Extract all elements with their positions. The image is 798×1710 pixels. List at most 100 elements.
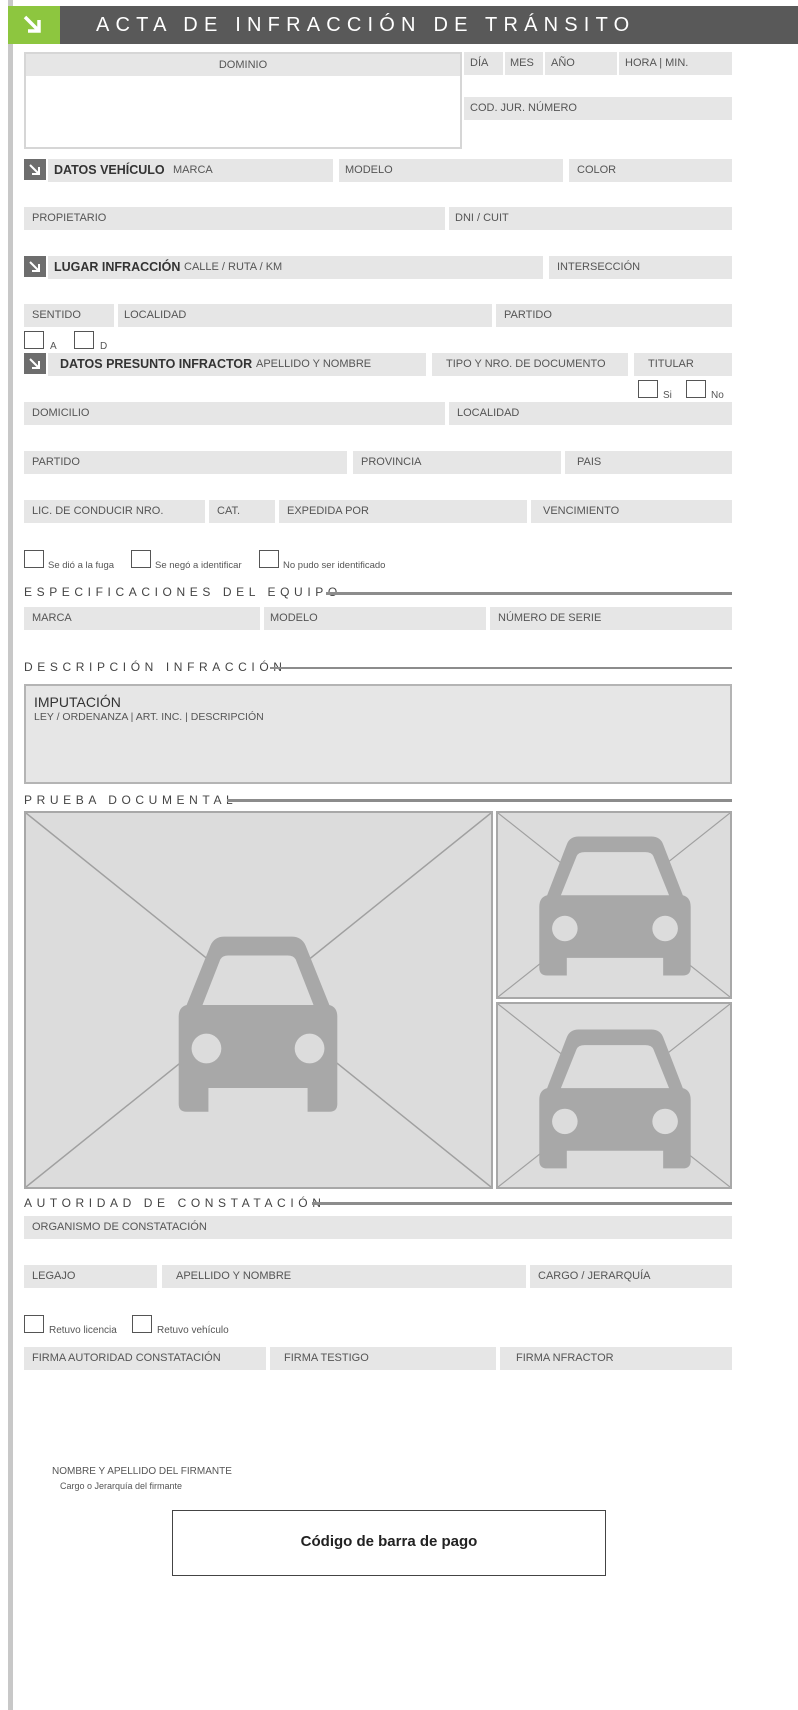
infractor-apellido-field[interactable]: DATOS PRESUNTO INFRACTOR APELLIDO Y NOMB… [48, 353, 426, 376]
hora-label: HORA | MIN. [625, 57, 689, 69]
pais-label: PAIS [577, 456, 602, 468]
dni-cuit-field[interactable]: DNI / CUIT [449, 207, 732, 230]
propietario-field[interactable]: PROPIETARIO [24, 207, 445, 230]
nego-identificar-label: Se negó a identificar [155, 560, 242, 571]
organismo-field[interactable]: ORGANISMO DE CONSTATACIÓN [24, 1216, 732, 1239]
infractor-partido-field[interactable]: PARTIDO [24, 451, 347, 474]
sentido-d-checkbox[interactable] [74, 331, 94, 349]
evidence-photo-top[interactable] [496, 811, 732, 999]
arrow-down-right-icon [24, 256, 46, 277]
tipo-documento-label: TIPO Y NRO. DE DOCUMENTO [446, 358, 606, 370]
sentido-a-checkbox[interactable] [24, 331, 44, 349]
firma-infractor-field[interactable]: FIRMA NFRACTOR [500, 1347, 732, 1370]
descripcion-section-title: DESCRIPCIÓN INFRACCIÓN [24, 660, 287, 674]
vencimiento-field[interactable]: VENCIMIENTO [531, 500, 732, 523]
retuvo-vehiculo-checkbox[interactable] [132, 1315, 152, 1333]
barcode-box: Código de barra de pago [172, 1510, 606, 1576]
equipo-modelo-field[interactable]: MODELO [264, 607, 486, 630]
mes-field[interactable]: MES [505, 52, 543, 75]
anio-label: AÑO [551, 57, 575, 69]
titular-si-label: Si [663, 390, 672, 401]
dia-label: DÍA [470, 57, 489, 69]
retuvo-licencia-label: Retuvo licencia [49, 1325, 117, 1336]
fuga-checkbox[interactable] [24, 550, 44, 568]
titular-field[interactable]: TITULAR [634, 353, 732, 376]
nego-identificar-checkbox[interactable] [131, 550, 151, 568]
prueba-section-rule [227, 799, 732, 802]
equipo-modelo-label: MODELO [270, 612, 318, 624]
firma-autoridad-field[interactable]: FIRMA AUTORIDAD CONSTATACIÓN [24, 1347, 266, 1370]
expedida-field[interactable]: EXPEDIDA POR [279, 500, 527, 523]
evidence-photo-main[interactable] [24, 811, 493, 1189]
dominio-box[interactable]: DOMINIO [24, 52, 462, 149]
lugar-section-title: LUGAR INFRACCIÓN [54, 260, 181, 274]
numero-serie-field[interactable]: NÚMERO DE SERIE [490, 607, 732, 630]
car-icon [26, 813, 491, 1187]
vehiculo-color-field[interactable]: COLOR [569, 159, 732, 182]
infractor-localidad-label: LOCALIDAD [457, 407, 520, 419]
pais-field[interactable]: PAIS [565, 451, 732, 474]
dia-field[interactable]: DÍA [464, 52, 503, 75]
titular-no-checkbox[interactable] [686, 380, 706, 398]
imputacion-detail: LEY / ORDENANZA | ART. INC. | DESCRIPCIÓ… [34, 711, 264, 723]
descripcion-section-rule [270, 667, 732, 669]
tipo-documento-field[interactable]: TIPO Y NRO. DE DOCUMENTO [432, 353, 628, 376]
categoria-field[interactable]: CAT. [209, 500, 275, 523]
titular-no-label: No [711, 390, 724, 401]
organismo-label: ORGANISMO DE CONSTATACIÓN [32, 1221, 207, 1233]
categoria-label: CAT. [217, 505, 241, 517]
mes-label: MES [510, 57, 534, 69]
sentido-field[interactable]: SENTIDO [24, 304, 114, 327]
equipo-section-title: ESPECIFICACIONES DEL EQUIPO [24, 585, 342, 599]
form-title: ACTA DE INFRACCIÓN DE TRÁNSITO [96, 14, 636, 36]
lugar-localidad-field[interactable]: LOCALIDAD [118, 304, 492, 327]
imputacion-box[interactable]: IMPUTACIÓN LEY / ORDENANZA | ART. INC. |… [24, 684, 732, 784]
evidence-photo-bottom[interactable] [496, 1002, 732, 1189]
titular-si-checkbox[interactable] [638, 380, 658, 398]
cargo-field[interactable]: CARGO / JERARQUÍA [530, 1265, 732, 1288]
domicilio-label: DOMICILIO [32, 407, 90, 419]
provincia-field[interactable]: PROVINCIA [353, 451, 561, 474]
retuvo-licencia-checkbox[interactable] [24, 1315, 44, 1333]
licencia-field[interactable]: LIC. DE CONDUCIR NRO. [24, 500, 205, 523]
anio-field[interactable]: AÑO [545, 52, 617, 75]
autoridad-apellido-label: APELLIDO Y NOMBRE [176, 1270, 292, 1282]
no-identificado-checkbox[interactable] [259, 550, 279, 568]
cod-jur-field[interactable]: COD. JUR. NÚMERO [464, 97, 732, 120]
numero-serie-label: NÚMERO DE SERIE [498, 612, 602, 624]
barcode-label: Código de barra de pago [300, 1533, 478, 1550]
legajo-field[interactable]: LEGAJO [24, 1265, 157, 1288]
cargo-label: CARGO / JERARQUÍA [538, 1270, 651, 1282]
firma-autoridad-label: FIRMA AUTORIDAD CONSTATACIÓN [32, 1352, 221, 1364]
autoridad-apellido-field[interactable]: APELLIDO Y NOMBRE [162, 1265, 526, 1288]
infractor-localidad-field[interactable]: LOCALIDAD [449, 402, 732, 425]
vehiculo-marca-field[interactable]: DATOS VEHÍCULO MARCA [48, 159, 333, 182]
domicilio-field[interactable]: DOMICILIO [24, 402, 445, 425]
retuvo-vehiculo-label: Retuvo vehículo [157, 1325, 229, 1336]
lugar-partido-field[interactable]: PARTIDO [496, 304, 732, 327]
dni-cuit-label: DNI / CUIT [455, 212, 509, 224]
calle-label: CALLE / RUTA / KM [184, 261, 283, 273]
vehiculo-section-title: DATOS VEHÍCULO [54, 163, 165, 177]
expedida-label: EXPEDIDA POR [287, 505, 369, 517]
infractor-partido-label: PARTIDO [32, 456, 80, 468]
arrow-down-right-icon [24, 159, 46, 180]
sentido-d-label: D [100, 341, 108, 352]
interseccion-field[interactable]: INTERSECCIÓN [549, 256, 732, 279]
equipo-marca-field[interactable]: MARCA [24, 607, 260, 630]
propietario-label: PROPIETARIO [32, 212, 107, 224]
dominio-label: DOMINIO [26, 54, 460, 76]
car-icon [498, 1004, 730, 1187]
autoridad-section-title: AUTORIDAD DE CONSTATACIÓN [24, 1196, 326, 1210]
infraction-form: ACTA DE INFRACCIÓN DE TRÁNSITO DOMINIO D… [0, 0, 798, 1710]
equipo-section-rule [326, 592, 732, 595]
calle-field[interactable]: LUGAR INFRACCIÓN CALLE / RUTA / KM [48, 256, 543, 279]
infractor-apellido-label: APELLIDO Y NOMBRE [256, 358, 372, 370]
lugar-partido-label: PARTIDO [504, 309, 552, 321]
hora-field[interactable]: HORA | MIN. [619, 52, 732, 75]
firma-testigo-label: FIRMA TESTIGO [284, 1352, 369, 1364]
vehiculo-modelo-field[interactable]: MODELO [339, 159, 563, 182]
firmante-cargo: Cargo o Jerarquía del firmante [60, 1481, 183, 1491]
vehiculo-modelo-label: MODELO [345, 164, 393, 176]
firma-testigo-field[interactable]: FIRMA TESTIGO [270, 1347, 496, 1370]
